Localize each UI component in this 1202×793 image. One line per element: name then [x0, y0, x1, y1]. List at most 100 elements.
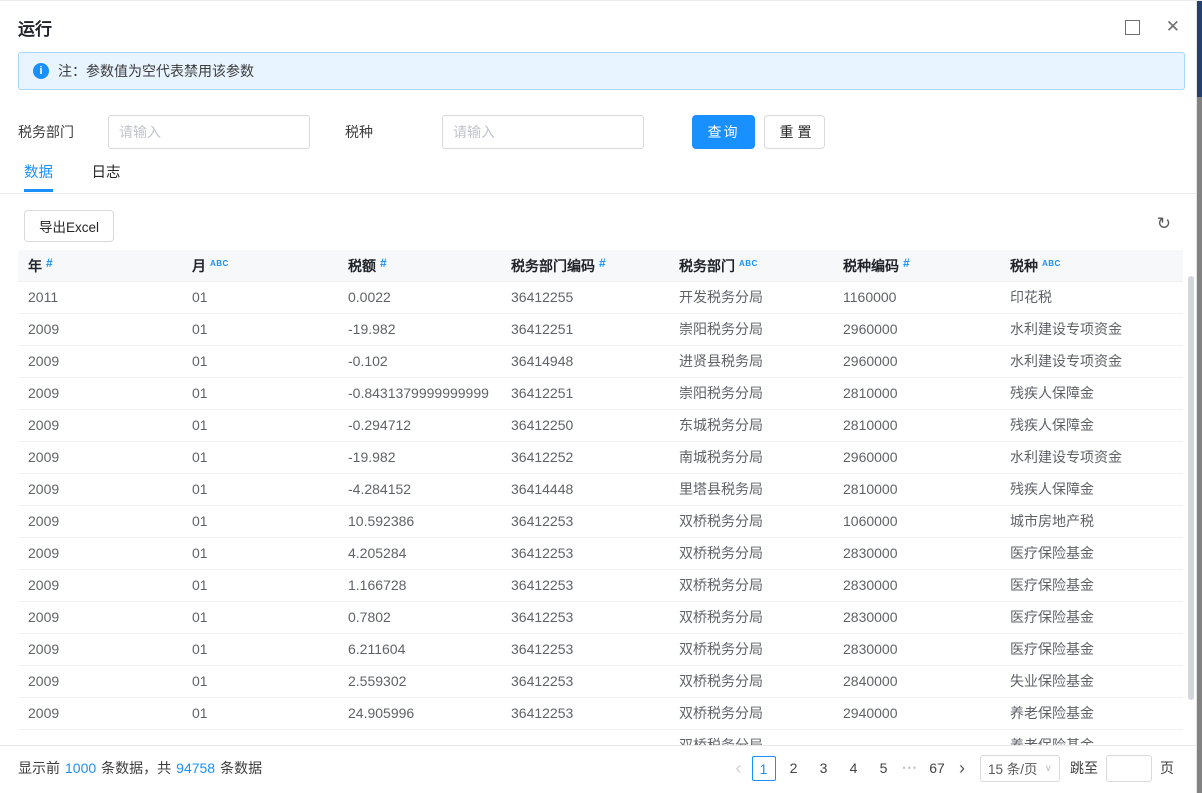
column-label: 税种	[1010, 258, 1038, 274]
column-label: 税务部门	[679, 258, 735, 274]
cell: 水利建设专项资金	[1000, 346, 1183, 377]
refresh-icon[interactable]: ↻	[1157, 215, 1171, 233]
column-header: 税种 ABC	[1000, 250, 1183, 281]
column-header: 税额#	[338, 250, 501, 281]
cell: 1060000	[833, 506, 1000, 537]
query-button[interactable]: 查询	[692, 115, 755, 149]
active-tab-underline	[24, 189, 53, 192]
page-button-4[interactable]: 4	[842, 756, 866, 780]
table-row: 2009 01 4.205284 36412253 双桥税务分局 2830000…	[18, 538, 1183, 570]
cell: 01	[182, 570, 338, 601]
footer: 显示前1000条数据，共94758条数据 ‹ 1 2 3 4 5 ••• 67 …	[0, 745, 1196, 793]
table-row: 2009 01 -0.294712 36412250 东城税务分局 281000…	[18, 410, 1183, 442]
cell: 0.7802	[338, 602, 501, 633]
page-button-2[interactable]: 2	[782, 756, 806, 780]
cell	[18, 730, 182, 745]
export-excel-button[interactable]: 导出Excel	[24, 210, 114, 242]
cell: 36412253	[501, 634, 669, 665]
next-page-icon[interactable]: ›	[952, 756, 972, 780]
more-pages-icon[interactable]: •••	[903, 763, 918, 773]
cell: 南城税务分局	[669, 442, 833, 473]
cell: 医疗保险基金	[1000, 634, 1183, 665]
cell: 2009	[18, 602, 182, 633]
cell: 01	[182, 474, 338, 505]
column-header: 税务部门编码 #	[501, 250, 669, 281]
cell: 36412250	[501, 410, 669, 441]
cell: 养老保险基金	[1000, 730, 1183, 745]
cell: 36414448	[501, 474, 669, 505]
cell: 36412252	[501, 442, 669, 473]
column-type-icon: ABC	[739, 259, 758, 268]
tab-log[interactable]: 日志	[91, 161, 120, 182]
cell: -0.294712	[338, 410, 501, 441]
maximize-icon[interactable]	[1125, 20, 1140, 35]
cell: 2009	[18, 666, 182, 697]
close-icon[interactable]: ✕	[1166, 16, 1180, 38]
cell: 残疾人保障金	[1000, 474, 1183, 505]
cell: 01	[182, 666, 338, 697]
cell: 36412255	[501, 282, 669, 313]
column-type-icon: #	[903, 256, 910, 270]
page-size-value: 15 条/页	[988, 758, 1038, 778]
cell	[182, 730, 338, 745]
column-header: 月ABC	[182, 250, 338, 281]
page-button-1[interactable]: 1	[752, 756, 776, 781]
cell: 2810000	[833, 378, 1000, 409]
cell: 01	[182, 410, 338, 441]
column-type-icon: #	[380, 256, 387, 270]
cell: 2009	[18, 378, 182, 409]
background-page-scrollbar-strip[interactable]	[1197, 97, 1202, 793]
table-row: 2009 01 -19.982 36412251 崇阳税务分局 2960000 …	[18, 314, 1183, 346]
page-button-last[interactable]: 67	[925, 756, 949, 780]
cell: 医疗保险基金	[1000, 538, 1183, 569]
cell: 双桥税务分局	[669, 730, 833, 745]
table-row: 2009 01 24.905996 36412253 双桥税务分局 294000…	[18, 698, 1183, 730]
column-type-icon: #	[46, 256, 53, 270]
cell: 01	[182, 634, 338, 665]
cell: 2009	[18, 410, 182, 441]
cell: 医疗保险基金	[1000, 570, 1183, 601]
page-button-3[interactable]: 3	[812, 756, 836, 780]
tax-department-input[interactable]	[108, 115, 310, 149]
query-form: 税务部门 税种 查询 重置	[18, 115, 1185, 149]
cell: 2960000	[833, 314, 1000, 345]
tax-type-input[interactable]	[442, 115, 644, 149]
page-button-5[interactable]: 5	[872, 756, 896, 780]
prev-page-icon[interactable]: ‹	[729, 756, 749, 780]
background-page-header-strip	[1197, 1, 1202, 97]
jump-page-input[interactable]	[1106, 755, 1152, 782]
cell: 36412251	[501, 314, 669, 345]
table-partial-row-clip: 双桥税务分局 养老保险基金	[18, 730, 1183, 745]
column-label: 税务部门编码	[511, 258, 595, 274]
cell: 残疾人保障金	[1000, 378, 1183, 409]
info-icon: i	[33, 63, 49, 79]
cell: 2940000	[833, 698, 1000, 729]
cell: -4.284152	[338, 474, 501, 505]
cell: 双桥税务分局	[669, 698, 833, 729]
summary-suffix: 条数据	[220, 760, 262, 776]
cell: 36412253	[501, 698, 669, 729]
cell: 印花税	[1000, 282, 1183, 313]
cell: 01	[182, 378, 338, 409]
reset-button[interactable]: 重置	[764, 115, 825, 149]
tab-bar: 数据 日志	[24, 161, 154, 191]
table-row: 2009 01 -0.102 36414948 进贤县税务局 2960000 水…	[18, 346, 1183, 378]
jump-to-label: 跳至	[1070, 758, 1098, 778]
table-row: 2009 01 -0.8431379999999999 36412251 崇阳税…	[18, 378, 1183, 410]
cell: 双桥税务分局	[669, 634, 833, 665]
cell: 2830000	[833, 570, 1000, 601]
table-row: 2009 01 -4.284152 36414448 里塔县税务局 281000…	[18, 474, 1183, 506]
table-scrollbar-thumb[interactable]	[1188, 276, 1194, 700]
result-table: 年# 月ABC 税额# 税务部门编码# 税务部门ABC 税种编码# 税种ABC …	[18, 250, 1183, 745]
table-row: 2009 01 0.7802 36412253 双桥税务分局 2830000 医…	[18, 602, 1183, 634]
page-size-select[interactable]: 15 条/页 ∨	[980, 755, 1060, 782]
record-summary: 显示前1000条数据，共94758条数据	[18, 758, 262, 778]
tab-data[interactable]: 数据	[24, 161, 53, 182]
cell: 2830000	[833, 538, 1000, 569]
cell: 2009	[18, 538, 182, 569]
column-label: 年	[28, 258, 42, 274]
column-type-icon: ABC	[1042, 259, 1061, 268]
cell: 2009	[18, 698, 182, 729]
cell: 崇阳税务分局	[669, 378, 833, 409]
column-type-icon: #	[599, 256, 606, 270]
